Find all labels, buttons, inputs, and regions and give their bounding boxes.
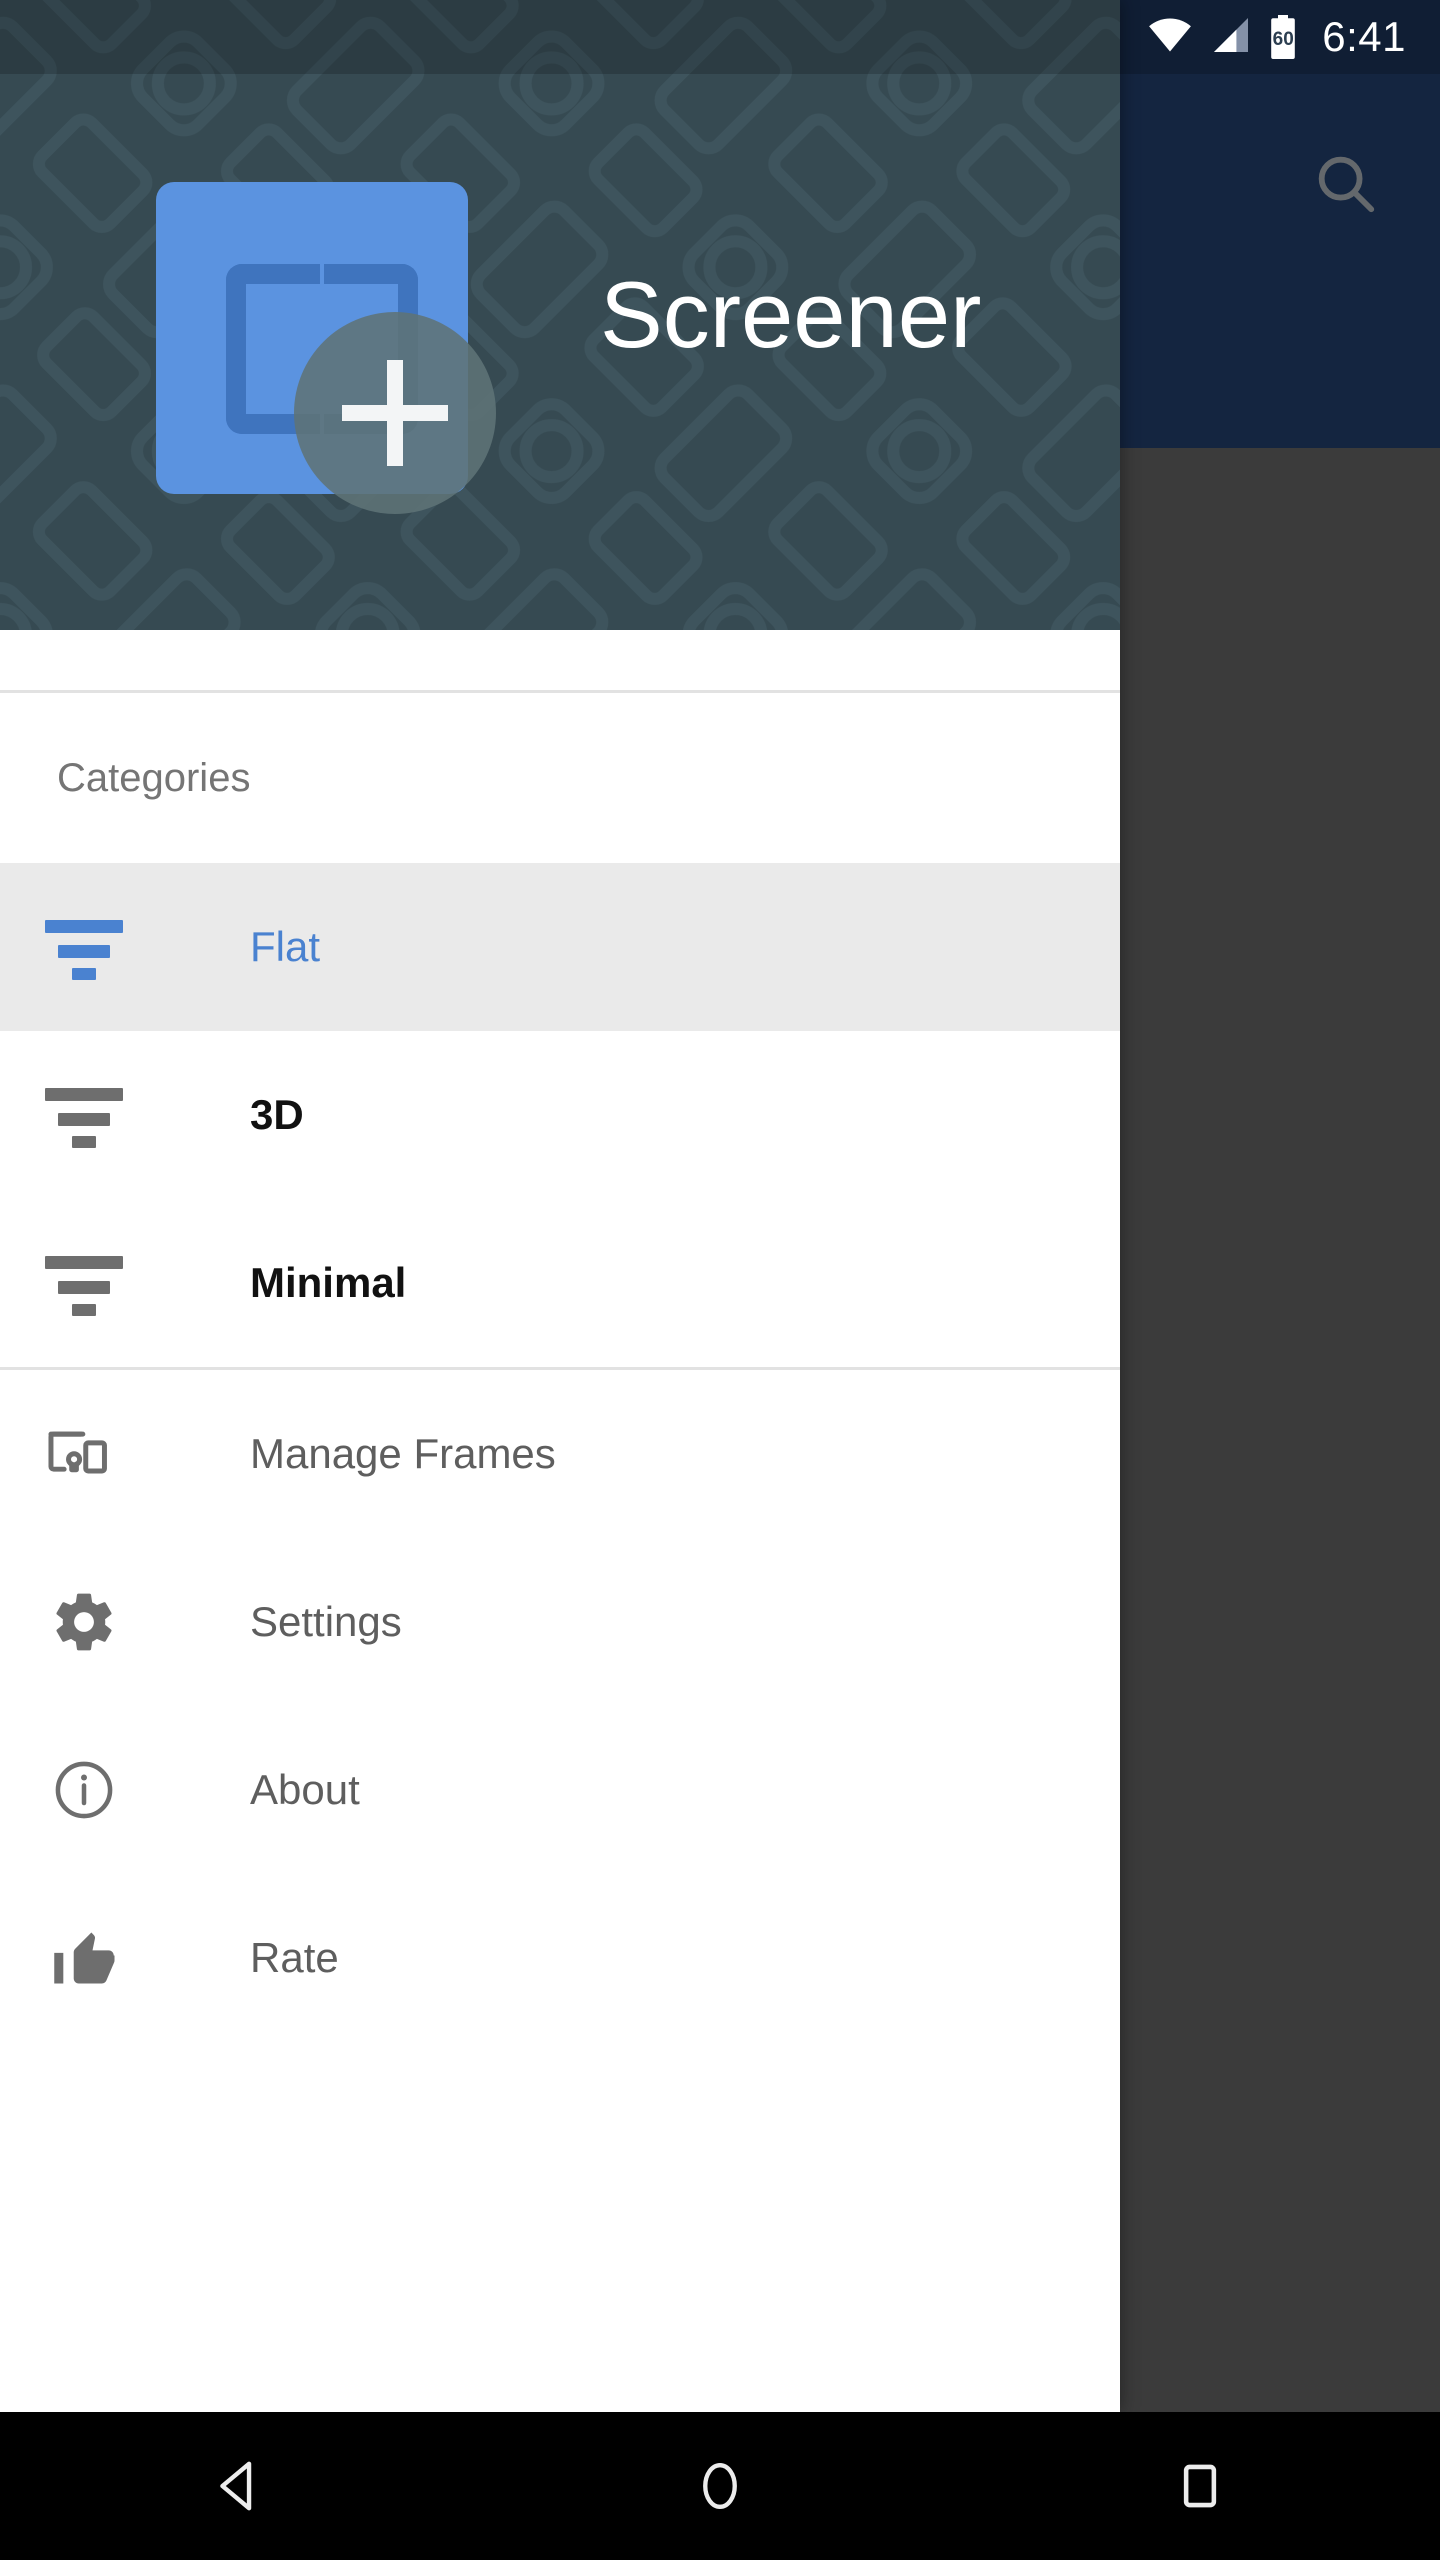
sidebar-item-label: 3D [250,1091,304,1138]
sidebar-item-minimal[interactable]: Minimal [0,1199,1120,1367]
add-icon-vertical-bar [387,360,403,466]
home-circle-icon[interactable] [480,2412,960,2560]
filter-lines-icon [0,1199,168,1367]
sidebar-item-label: About [250,1766,360,1813]
recents-square-icon[interactable] [960,2412,1440,2560]
screen: Screener Categories Flat 3D Minimal Mana… [0,0,1440,2560]
back-triangle-icon[interactable] [0,2412,480,2560]
search-icon[interactable] [1310,148,1380,218]
section-label-categories: Categories [57,755,251,800]
filter-lines-icon [0,1031,168,1199]
battery-icon: 60 [1268,15,1298,59]
status-bar-clock: 6:41 [1322,13,1406,60]
sidebar-item-settings[interactable]: Settings [0,1538,1120,1706]
sidebar-item-label: Flat [250,923,321,970]
drawer-top-spacer [0,630,1120,690]
gear-icon [0,1538,168,1706]
sidebar-item-label: Manage Frames [250,1430,556,1477]
sidebar-item-about[interactable]: About [0,1706,1120,1874]
app-title: Screener [600,262,982,367]
info-circle-icon [0,1706,168,1874]
navigation-drawer: Screener Categories Flat 3D Minimal Mana… [0,0,1120,2412]
battery-level-label: 60 [1272,29,1294,50]
thumb-up-icon [0,1874,168,2042]
devices-icon [0,1370,168,1538]
screener-app-icon [156,182,496,514]
add-icon [294,312,496,514]
sidebar-item-label: Minimal [250,1259,407,1306]
sidebar-item-flat[interactable]: Flat [0,863,1120,1031]
filter-lines-icon [0,863,168,1031]
sidebar-item-label: Rate [250,1934,339,1981]
status-bar: 60 6:41 [0,0,1440,74]
sidebar-item-manage-frames[interactable]: Manage Frames [0,1370,1120,1538]
wifi-icon [1148,17,1192,57]
android-navigation-bar [0,2412,1440,2560]
drawer-list: Categories Flat 3D Minimal Manage Frames… [0,630,1120,2042]
sidebar-item-rate[interactable]: Rate [0,1874,1120,2042]
cellular-signal-icon [1210,17,1250,57]
sidebar-item-3d[interactable]: 3D [0,1031,1120,1199]
sidebar-item-label: Settings [250,1598,402,1645]
status-bar-icons: 60 6:41 [1148,0,1406,74]
drawer-header: Screener [0,0,1120,630]
